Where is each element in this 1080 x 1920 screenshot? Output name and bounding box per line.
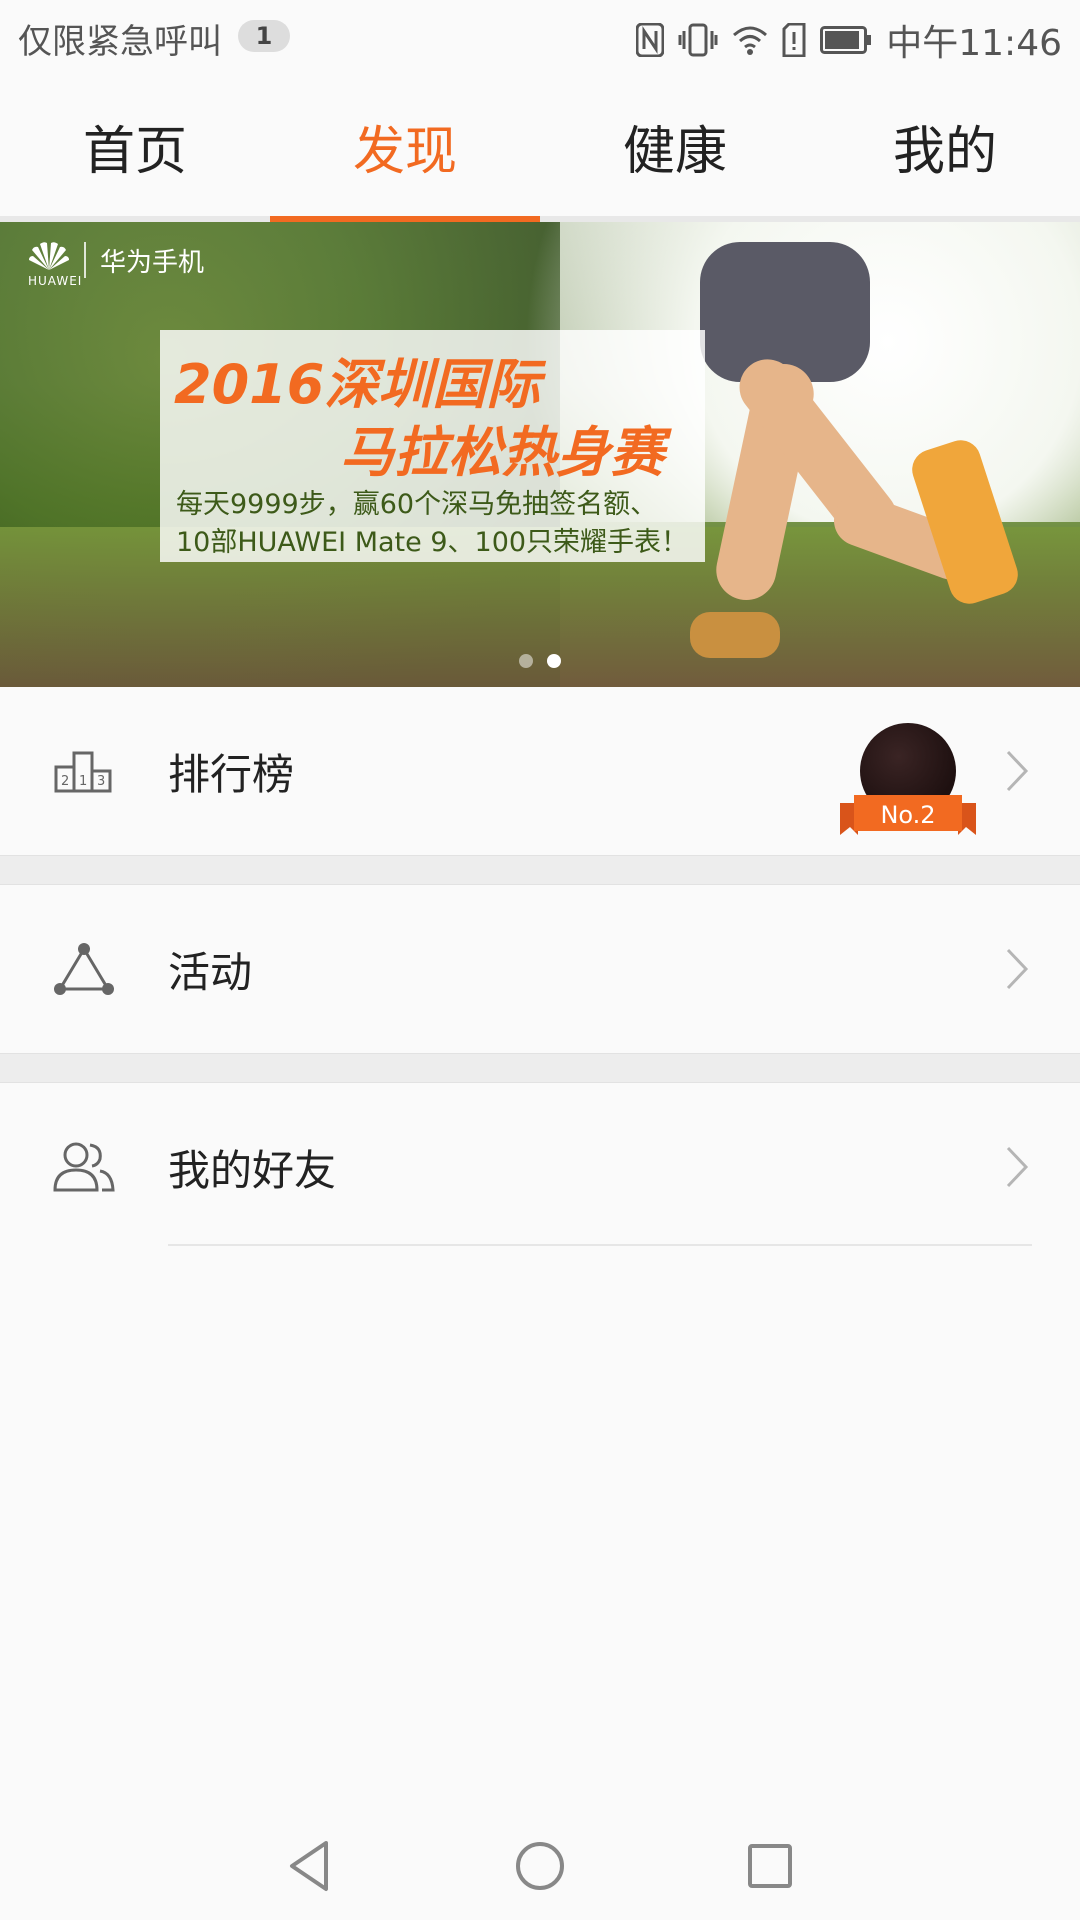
brand-separator: [84, 242, 86, 278]
list-item-activity[interactable]: 活动: [0, 885, 1080, 1053]
huawei-brand: HUAWEI 华为手机: [28, 240, 205, 288]
runner-shorts: [700, 242, 870, 382]
svg-text:3: 3: [97, 774, 105, 789]
top-tab-bar: 首页 发现 健康 我的: [0, 76, 1080, 222]
friends-label: 我的好友: [168, 1145, 337, 1195]
brand-text: 华为手机: [100, 247, 205, 278]
friends-icon: [52, 1135, 116, 1199]
list-divider: [168, 1244, 1032, 1246]
back-button[interactable]: [280, 1836, 340, 1896]
status-icons: 中午11:46: [636, 14, 1062, 66]
discover-list: 2 1 3 排行榜 No.2 活动 我的好友: [0, 687, 1080, 1251]
ranking-label: 排行榜: [168, 749, 295, 799]
activity-label: 活动: [168, 947, 253, 997]
sim-alert-icon: [782, 23, 806, 57]
svg-text:2: 2: [61, 774, 69, 789]
carrier-text: 仅限紧急呼叫: [18, 22, 222, 62]
promo-card: 2016深圳国际 马拉松热身赛 每天9999步，赢60个深马免抽签名额、 10部…: [160, 330, 705, 562]
promo-title-line2: 马拉松热身赛: [340, 421, 664, 484]
tab-discover[interactable]: 发现: [270, 76, 540, 222]
carousel-indicator: [0, 654, 1080, 668]
promo-banner[interactable]: HUAWEI 华为手机 2016深圳国际 马拉松热身赛 每天9999步，赢60个…: [0, 222, 1080, 687]
vibrate-icon: [678, 23, 718, 57]
list-item-friends[interactable]: 我的好友: [0, 1083, 1080, 1251]
carousel-dot-active[interactable]: [547, 654, 561, 668]
clock: 中午11:46: [886, 23, 1062, 64]
rank-badge: No.2: [880, 801, 936, 829]
sim-badge: 1: [238, 20, 290, 52]
tab-health[interactable]: 健康: [540, 76, 810, 216]
list-item-ranking[interactable]: 2 1 3 排行榜 No.2: [0, 687, 1080, 855]
nfc-icon: [636, 23, 665, 57]
podium-icon: 2 1 3: [52, 739, 116, 803]
svg-text:1: 1: [79, 774, 87, 789]
chevron-right-icon: [1006, 1146, 1029, 1188]
wifi-icon: [732, 25, 768, 55]
tab-me[interactable]: 我的: [810, 76, 1080, 216]
chevron-right-icon: [1006, 750, 1029, 792]
carousel-dot[interactable]: [519, 654, 533, 668]
tab-home[interactable]: 首页: [0, 76, 270, 216]
promo-desc-line2: 10部HUAWEI Mate 9、100只荣耀手表！: [176, 527, 689, 558]
section-gap: [0, 1053, 1080, 1083]
huawei-logo-icon: HUAWEI: [28, 240, 81, 288]
runner-shoe: [690, 612, 780, 658]
huawei-wordmark: HUAWEI: [28, 274, 83, 288]
section-gap: [0, 855, 1080, 885]
triangle-nodes-icon: [52, 937, 116, 1001]
promo-desc-line1: 每天9999步，赢60个深马免抽签名额、: [176, 489, 658, 520]
battery-icon: [820, 26, 872, 54]
chevron-right-icon: [1006, 948, 1029, 990]
status-bar: 仅限紧急呼叫 1 中午11:46: [0, 0, 1080, 76]
home-button[interactable]: [510, 1836, 570, 1896]
recents-button[interactable]: [740, 1836, 800, 1896]
system-nav-bar: [0, 1812, 1080, 1920]
